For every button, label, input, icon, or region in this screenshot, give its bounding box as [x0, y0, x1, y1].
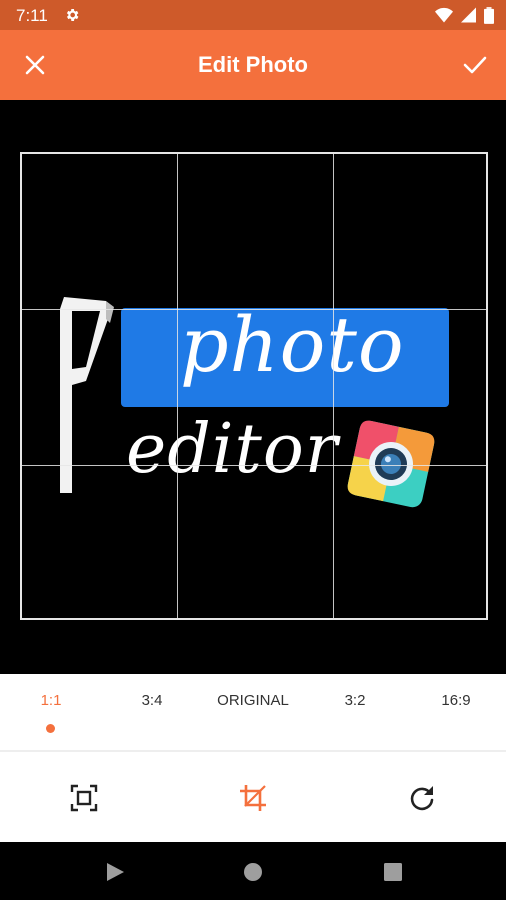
crop-frame[interactable] [20, 152, 488, 620]
status-time: 7:11 [16, 6, 48, 25]
rotate-button[interactable] [402, 778, 442, 818]
grid-line-horizontal [22, 465, 486, 466]
ratio-option-16-9[interactable]: 16:9 [411, 692, 501, 709]
ratio-option-original[interactable]: ORIGINAL [208, 692, 298, 709]
nav-recents-button[interactable] [380, 859, 406, 885]
status-bar: 7:11 [0, 0, 506, 30]
grid-line-vertical [333, 154, 334, 618]
crop-button[interactable] [233, 778, 273, 818]
aspect-ratio-bar: 1:1 3:4 ORIGINAL 3:2 16:9 [0, 674, 506, 750]
battery-icon [484, 6, 494, 24]
gear-icon [66, 9, 79, 21]
ratio-option-3-4[interactable]: 3:4 [107, 692, 197, 709]
app-bar: Edit Photo [0, 30, 506, 100]
nav-home-button[interactable] [240, 859, 266, 885]
grid-line-horizontal [22, 309, 486, 310]
tool-bar [0, 752, 506, 842]
back-icon [107, 863, 124, 881]
recents-icon [384, 863, 402, 881]
check-icon [463, 56, 487, 74]
confirm-button[interactable] [454, 44, 496, 86]
grid-line-vertical [177, 154, 178, 618]
signal-icon [461, 7, 476, 23]
nav-back-button[interactable] [102, 859, 128, 885]
ratio-option-3-2[interactable]: 3:2 [310, 692, 400, 709]
status-icons [435, 6, 494, 24]
ratio-option-1-1[interactable]: 1:1 [6, 692, 96, 709]
wifi-icon [435, 7, 453, 23]
home-icon [244, 863, 262, 881]
rotate-icon [410, 786, 434, 811]
selected-indicator-dot [46, 724, 55, 733]
image-canvas[interactable]: photo editor [0, 100, 506, 674]
page-title: Edit Photo [198, 52, 308, 77]
fit-frame-icon [70, 784, 98, 812]
fit-frame-button[interactable] [64, 778, 104, 818]
system-nav-bar [0, 842, 506, 900]
crop-icon [240, 785, 266, 811]
